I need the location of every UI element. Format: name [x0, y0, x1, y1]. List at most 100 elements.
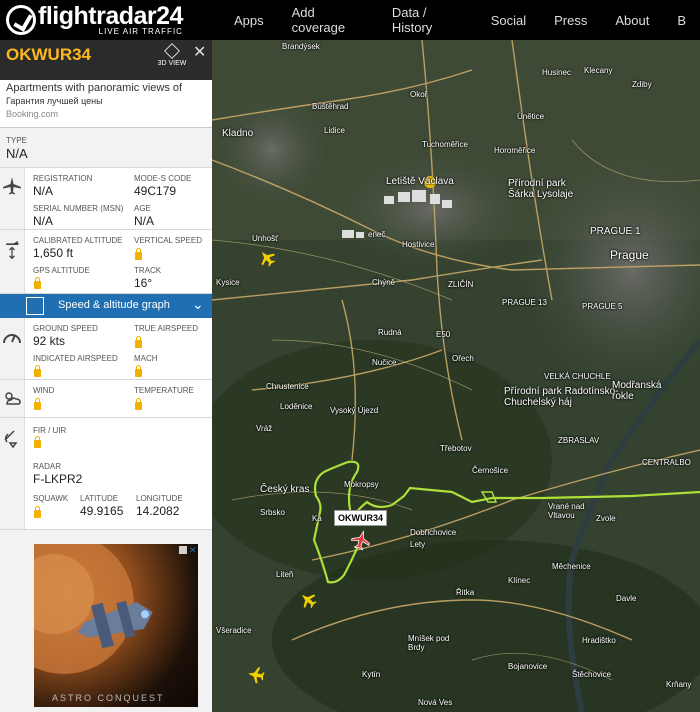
- spaceship-ad-image: ✕: [0, 534, 197, 674]
- map-label: Rudná: [378, 328, 402, 337]
- svg-text:✕: ✕: [189, 545, 197, 555]
- chevron-down-icon: ⌄: [192, 296, 204, 312]
- map-label: VELKÁ CHUCHLE: [544, 372, 611, 381]
- map-label: Klecany: [584, 66, 613, 75]
- 3d-view-button[interactable]: 3D VIEW: [156, 43, 188, 67]
- map-label: Únětice: [517, 112, 545, 121]
- nav-social[interactable]: Social: [491, 13, 526, 28]
- lock-icon: [34, 436, 41, 448]
- map-label: Modřanská rokle: [612, 380, 662, 402]
- map-label: Srbsko: [260, 508, 285, 517]
- map-label: Hradištko: [582, 636, 616, 645]
- map-label: Buštěhrad: [312, 102, 349, 111]
- map-label: Nová Ves: [418, 698, 453, 707]
- lock-icon: [135, 336, 142, 348]
- map-label: Tuchoměřice: [422, 140, 468, 149]
- map-label: Třebotov: [440, 444, 472, 453]
- map-label: Krňany: [666, 680, 692, 689]
- ad-headline: Apartments with panoramic views of: [6, 82, 183, 94]
- ad-subline: Гарантия лучшей цены: [6, 96, 103, 106]
- radar-block: FIR / UIR RADAR F-LKPR2 SQUAWK LATITUDE …: [0, 418, 212, 530]
- nav-more[interactable]: B: [677, 13, 686, 28]
- close-icon[interactable]: ✕: [193, 42, 206, 62]
- map-label: Lety: [410, 540, 426, 549]
- flight-callsign: OKWUR34: [6, 45, 92, 64]
- map-label: Davle: [616, 594, 637, 603]
- aircraft-callsign-tag[interactable]: OKWUR34: [334, 510, 388, 526]
- altitude-block: CALIBRATED ALTITUDE 1,650 ft VERTICAL SP…: [0, 230, 212, 294]
- nav-apps[interactable]: Apps: [234, 13, 264, 28]
- lock-icon: [34, 506, 41, 518]
- nav-add-coverage[interactable]: Add coverage: [292, 5, 364, 35]
- flightradar24-logo[interactable]: flightradar24 LIVE AIR TRAFFIC: [6, 3, 183, 36]
- fir-uir-label: FIR / UIR: [33, 426, 67, 435]
- top-advertisement[interactable]: Apartments with panoramic views of Гаран…: [0, 80, 212, 128]
- bottom-advertisement[interactable]: ✕ ASTRO CONQUEST: [0, 534, 198, 707]
- lock-icon: [34, 277, 41, 289]
- serial-value: N/A: [33, 214, 54, 228]
- antenna-icon: [4, 430, 18, 448]
- map-label: Liteň: [276, 570, 294, 579]
- map-label: Kysice: [216, 278, 240, 287]
- map-label: Bojanovice: [508, 662, 548, 671]
- radar-value: F-LKPR2: [33, 472, 83, 486]
- map-label: E50: [436, 330, 451, 339]
- map-label: Ka: [312, 514, 322, 523]
- calibrated-altitude-value: 1,650 ft: [33, 246, 74, 260]
- ground-speed-value: 92 kts: [33, 334, 66, 348]
- wind-label: WIND: [33, 386, 55, 395]
- map-label: Kladno: [222, 128, 254, 139]
- registration-value: N/A: [33, 184, 54, 198]
- map-label: Ořech: [452, 354, 474, 363]
- map-label: Český kras: [260, 484, 310, 495]
- top-navigation-bar: flightradar24 LIVE AIR TRAFFIC Apps Add …: [0, 0, 700, 40]
- map-label: Zdiby: [632, 80, 652, 89]
- flight-map[interactable]: OKWUR34 Brandýsek Husinec Klecany Zdiby …: [212, 40, 700, 712]
- calibrated-altitude-label: CALIBRATED ALTITUDE: [33, 236, 123, 245]
- radar-logo-icon: [6, 5, 36, 35]
- map-label: Brandýsek: [282, 42, 320, 51]
- map-label: Prague: [610, 248, 649, 262]
- true-airspeed-label: TRUE AIRSPEED: [134, 324, 199, 333]
- weather-block: WIND TEMPERATURE: [0, 380, 212, 418]
- map-label: PRAGUE 13: [502, 298, 547, 307]
- squawk-label: SQUAWK: [33, 494, 69, 503]
- map-label: Vysoký Újezd: [330, 406, 379, 415]
- 3d-view-label: 3D VIEW: [157, 60, 187, 67]
- modes-label: MODE-S CODE: [134, 174, 192, 183]
- ad-source: Booking.com: [6, 109, 59, 119]
- lock-icon: [135, 248, 142, 260]
- vertical-speed-label: VERTICAL SPEED: [134, 236, 203, 245]
- weather-icon: [5, 392, 21, 405]
- map-label: Dobřichovice: [410, 528, 457, 537]
- map-label: Štěchovice: [572, 670, 612, 679]
- track-label: TRACK: [134, 266, 162, 275]
- map-label: Chrustenice: [266, 382, 309, 391]
- track-value: 16°: [134, 276, 153, 290]
- nav-press[interactable]: Press: [554, 13, 587, 28]
- map-label: Letiště Václava: [386, 176, 454, 187]
- map-label: Mníšek pod Brdy: [408, 634, 450, 652]
- nav-about[interactable]: About: [615, 13, 649, 28]
- map-label: Loděnice: [280, 402, 313, 411]
- graph-icon: [26, 297, 44, 315]
- speed-altitude-graph-toggle[interactable]: Speed & altitude graph ⌄: [0, 294, 212, 318]
- graph-label: Speed & altitude graph: [58, 299, 170, 311]
- latitude-label: LATITUDE: [80, 494, 119, 503]
- modes-value: 49C179: [134, 184, 177, 198]
- age-value: N/A: [134, 214, 155, 228]
- map-label: Černošice: [472, 466, 509, 475]
- map-label: Přírodní park Šárka Lysolaje: [508, 178, 574, 200]
- age-label: AGE: [134, 204, 151, 213]
- nav-data-history[interactable]: Data / History: [392, 5, 463, 35]
- map-label: eneč: [368, 230, 386, 239]
- map-label: Unhošť: [252, 234, 279, 243]
- registration-label: REGISTRATION: [33, 174, 93, 183]
- map-label: Přírodní park Radotínsko-Chuchelský háj: [504, 386, 619, 408]
- lock-icon: [34, 365, 41, 377]
- serial-label: SERIAL NUMBER (MSN): [33, 204, 124, 213]
- ground-speed-label: GROUND SPEED: [33, 324, 98, 333]
- map-label: Řitka: [456, 588, 475, 597]
- main-nav: Apps Add coverage Data / History Social …: [220, 0, 700, 40]
- speed-block: GROUND SPEED 92 kts TRUE AIRSPEED INDICA…: [0, 318, 212, 380]
